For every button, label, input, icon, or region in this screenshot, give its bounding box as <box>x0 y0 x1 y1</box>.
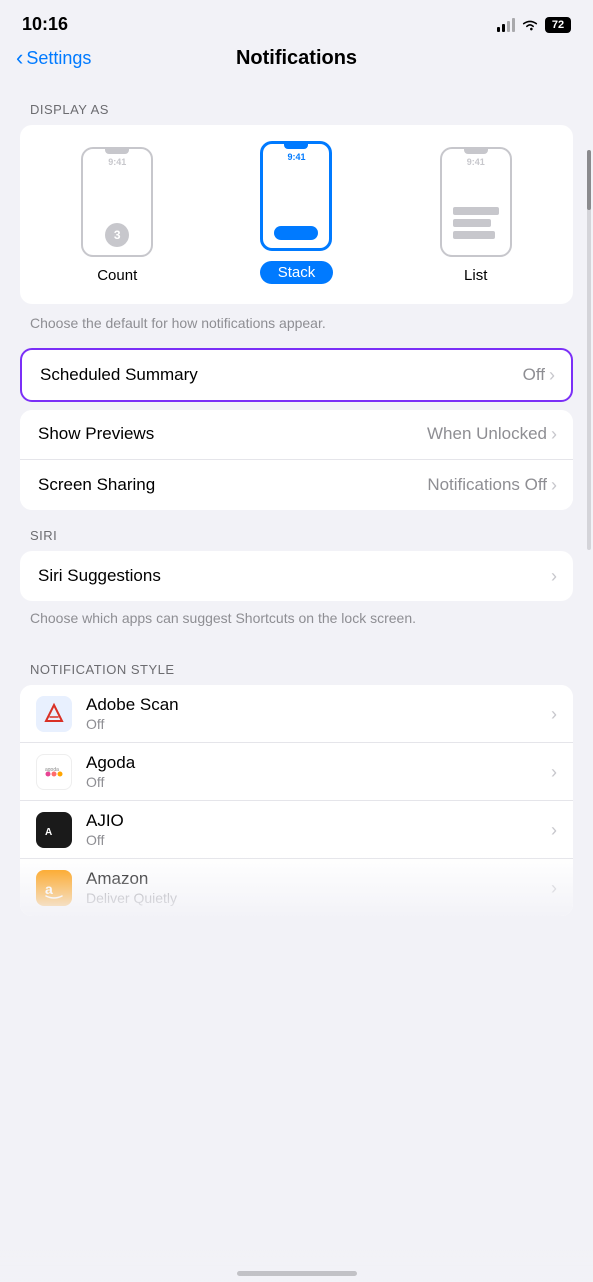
display-as-helper: Choose the default for how notifications… <box>0 304 593 348</box>
siri-suggestions-row[interactable]: Siri Suggestions › <box>20 551 573 601</box>
agoda-status: Off <box>86 774 551 790</box>
siri-card: Siri Suggestions › <box>20 551 573 601</box>
notch-count <box>105 149 129 154</box>
home-indicator <box>0 1248 593 1282</box>
scheduled-summary-value: Off <box>523 365 545 385</box>
phone-count: 9:41 3 <box>81 147 153 257</box>
siri-suggestions-label: Siri Suggestions <box>38 566 161 586</box>
wifi-icon <box>521 18 539 32</box>
list-label: List <box>464 267 487 284</box>
phone-list: 9:41 <box>440 147 512 257</box>
amazon-name: Amazon <box>86 869 551 889</box>
nav-bar: ‹ Settings Notifications <box>0 41 593 84</box>
agoda-icon: agoda <box>36 754 72 790</box>
ajio-chevron: › <box>551 821 557 839</box>
amazon-icon: a <box>36 870 72 906</box>
scheduled-summary-label: Scheduled Summary <box>40 365 198 385</box>
count-badge: 3 <box>105 223 129 247</box>
display-option-count[interactable]: 9:41 3 Count <box>81 147 153 284</box>
siri-chevron: › <box>551 567 557 585</box>
count-label: Count <box>97 267 137 284</box>
home-bar <box>237 1271 357 1276</box>
status-bar: 10:16 72 <box>0 0 593 41</box>
adobe-scan-status: Off <box>86 716 551 732</box>
signal-icon <box>497 18 516 32</box>
app-row-amazon[interactable]: a Amazon Deliver Quietly › <box>20 859 573 916</box>
app-row-ajio[interactable]: A AJIO Off › <box>20 801 573 859</box>
show-previews-chevron: › <box>551 425 557 443</box>
amazon-status: Deliver Quietly <box>86 890 551 906</box>
app-list-card: Adobe Scan Off › agoda Agoda Off › <box>20 685 573 916</box>
scheduled-summary-right: Off › <box>523 365 555 385</box>
stack-pill <box>274 226 318 240</box>
screen-sharing-label: Screen Sharing <box>38 475 155 495</box>
app-row-agoda[interactable]: agoda Agoda Off › <box>20 743 573 801</box>
ajio-name: AJIO <box>86 811 551 831</box>
display-as-options: 9:41 3 Count 9:41 Stack <box>20 125 573 304</box>
app-row-adobe[interactable]: Adobe Scan Off › <box>20 685 573 743</box>
status-icons: 72 <box>497 17 572 33</box>
ajio-status: Off <box>86 832 551 848</box>
screen-sharing-chevron: › <box>551 476 557 494</box>
agoda-name: Agoda <box>86 753 551 773</box>
scroll-thumb <box>587 150 591 210</box>
adobe-scan-name: Adobe Scan <box>86 695 551 715</box>
back-label: Settings <box>26 48 91 69</box>
scroll-track[interactable] <box>587 150 591 550</box>
status-time: 10:16 <box>22 14 68 35</box>
time-count: 9:41 <box>108 157 126 167</box>
display-as-card: 9:41 3 Count 9:41 Stack <box>20 125 573 304</box>
back-button[interactable]: ‹ Settings <box>16 48 91 69</box>
agoda-chevron: › <box>551 763 557 781</box>
time-list: 9:41 <box>467 157 485 167</box>
page-title: Notifications <box>236 47 357 70</box>
chevron-right-icon: › <box>549 366 555 384</box>
show-previews-label: Show Previews <box>38 424 154 444</box>
svg-text:A: A <box>45 827 52 838</box>
screen-sharing-row[interactable]: Screen Sharing Notifications Off › <box>20 460 573 510</box>
list-body <box>442 167 510 255</box>
svg-text:agoda: agoda <box>45 767 59 773</box>
svg-text:a: a <box>45 881 53 897</box>
phone-stack: 9:41 <box>260 141 332 251</box>
stack-label: Stack <box>260 261 334 284</box>
notch-stack <box>284 144 308 149</box>
notification-style-label: NOTIFICATION STYLE <box>0 644 593 685</box>
ajio-icon: A <box>36 812 72 848</box>
show-previews-row[interactable]: Show Previews When Unlocked › <box>20 410 573 460</box>
show-previews-value: When Unlocked <box>427 424 547 444</box>
adobe-scan-icon <box>36 696 72 732</box>
scheduled-summary-row[interactable]: Scheduled Summary Off › <box>20 348 573 402</box>
screen-sharing-value: Notifications Off <box>427 475 547 495</box>
display-option-list[interactable]: 9:41 List <box>440 147 512 284</box>
display-option-stack[interactable]: 9:41 Stack <box>260 141 334 284</box>
notch-list <box>464 149 488 154</box>
back-chevron-icon: ‹ <box>16 47 23 69</box>
siri-section-label: SIRI <box>0 510 593 551</box>
general-settings-card: Show Previews When Unlocked › Screen Sha… <box>20 410 573 510</box>
time-stack: 9:41 <box>287 152 305 162</box>
battery-badge: 72 <box>545 17 571 33</box>
display-as-label: DISPLAY AS <box>0 84 593 125</box>
adobe-chevron: › <box>551 705 557 723</box>
siri-helper-text: Choose which apps can suggest Shortcuts … <box>0 601 593 645</box>
amazon-chevron: › <box>551 879 557 897</box>
